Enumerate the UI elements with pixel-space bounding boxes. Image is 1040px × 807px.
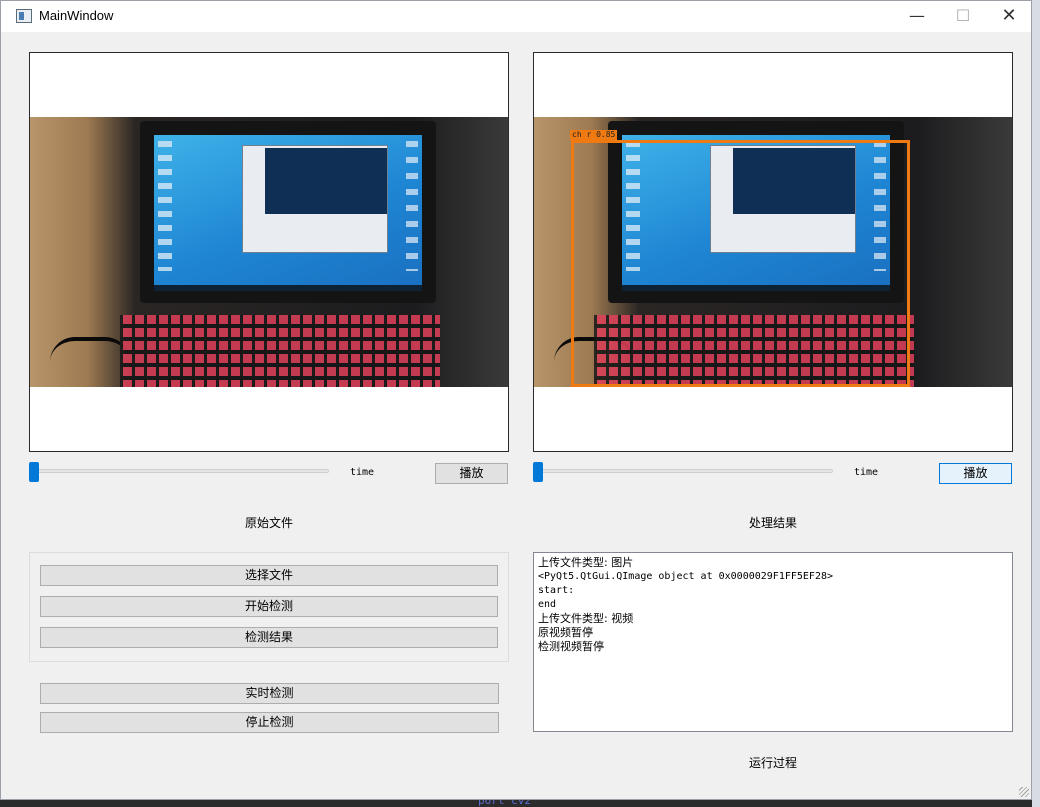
original-progress-slider[interactable] — [31, 469, 329, 473]
detection-result-button[interactable]: 检测结果 — [40, 627, 498, 648]
processed-play-button[interactable]: 播放 — [939, 463, 1012, 484]
processed-slider-handle[interactable] — [533, 462, 543, 482]
close-icon: ✕ — [1001, 5, 1017, 26]
log-line: <PyQt5.QtGui.QImage object at 0x0000029F… — [538, 571, 834, 582]
desktop-background — [1032, 0, 1040, 807]
maximize-icon: ☐ — [955, 6, 971, 25]
minimize-button[interactable]: — — [894, 1, 940, 32]
log-line: end — [538, 599, 557, 610]
processed-time-label: time — [854, 467, 879, 478]
original-file-caption: 原始文件 — [244, 516, 293, 530]
log-line: 上传文件类型: 图片 — [538, 556, 634, 569]
log-line: 原视频暂停 — [538, 626, 593, 639]
processed-frame-image: ch r 0.85 — [534, 117, 1012, 387]
run-process-caption: 运行过程 — [748, 756, 797, 770]
start-detection-button[interactable]: 开始检测 — [40, 596, 498, 617]
realtime-detection-button[interactable]: 实时检测 — [40, 683, 499, 704]
log-line: 上传文件类型: 视频 — [538, 612, 634, 625]
window-title: MainWindow — [39, 8, 114, 23]
processed-result-caption: 处理结果 — [748, 516, 797, 530]
processed-progress-slider[interactable] — [535, 469, 833, 473]
minimize-icon: — — [909, 6, 925, 25]
title-bar[interactable]: MainWindow — ☐ ✕ — [1, 1, 1031, 32]
run-log-textbox[interactable]: 上传文件类型: 图片 <PyQt5.QtGui.QImage object at… — [533, 552, 1013, 732]
original-slider-handle[interactable] — [29, 462, 39, 482]
main-window: MainWindow — ☐ ✕ ch r 0.85 time 播放 time … — [0, 0, 1032, 800]
detection-bounding-box — [571, 140, 910, 387]
original-play-button[interactable]: 播放 — [435, 463, 508, 484]
original-frame-image — [30, 117, 508, 387]
select-file-button[interactable]: 选择文件 — [40, 565, 498, 586]
processed-video-view: ch r 0.85 — [533, 52, 1013, 452]
close-button[interactable]: ✕ — [986, 1, 1032, 32]
original-video-view — [29, 52, 509, 452]
app-icon — [16, 9, 32, 23]
detection-label: ch r 0.85 — [570, 130, 618, 140]
stop-detection-button[interactable]: 停止检测 — [40, 712, 499, 733]
log-line: start: — [538, 585, 575, 596]
resize-grip-icon[interactable] — [1019, 787, 1029, 797]
log-line: 检测视频暂停 — [538, 640, 604, 653]
maximize-button[interactable]: ☐ — [940, 1, 986, 32]
original-time-label: time — [350, 467, 375, 478]
